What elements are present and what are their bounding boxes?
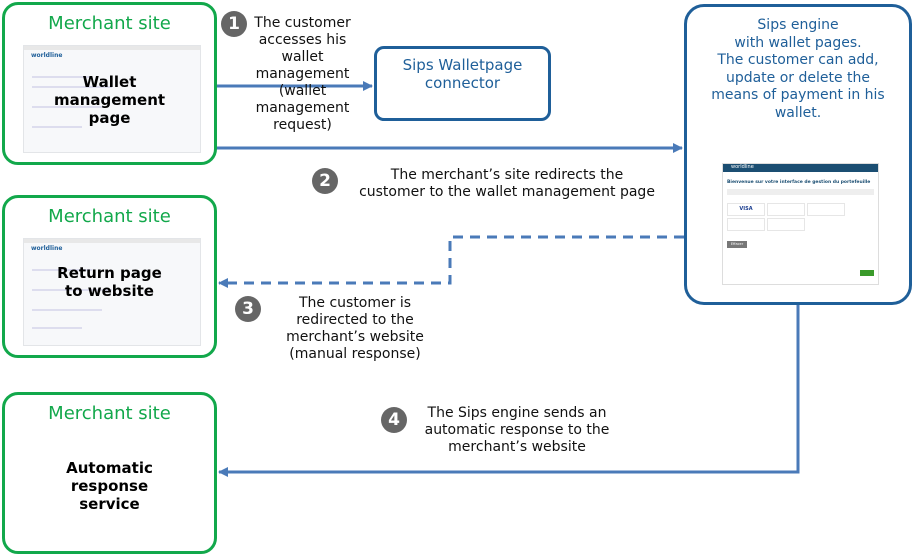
merchant-site-title: Merchant site <box>48 403 171 424</box>
step-3-text: The customer is redirected to the merchant… <box>286 295 424 362</box>
connector-label: Sips Walletpage connector <box>402 56 523 92</box>
worldline-logo: worldline <box>31 52 63 59</box>
sips-walletpage-connector: Sips Walletpage connector <box>374 46 551 121</box>
box-label: Wallet management page <box>53 73 166 127</box>
merchant-site-wallet-management: Merchant site worldline Wallet management… <box>2 2 217 165</box>
box-label: Automatic response service <box>66 459 153 513</box>
sips-engine: Sips engine with wallet pages. The custome… <box>684 4 912 305</box>
wallet-page-thumbnail: worldline Bienvenue sur votre interface … <box>722 163 879 285</box>
merchant-site-return-page: Merchant site worldline Return page to we… <box>2 195 217 358</box>
step-2-badge: 2 <box>312 168 338 194</box>
engine-label: Sips engine with wallet pages. The custome… <box>711 17 885 121</box>
merchant-site-title: Merchant site <box>48 13 171 34</box>
arrow-step3-dashed <box>218 235 684 288</box>
visa-option: VISA <box>727 203 765 216</box>
diagram: Merchant site worldline Wallet management… <box>0 0 914 556</box>
worldline-logo: worldline <box>723 164 878 172</box>
merchant-site-automatic-response: Merchant site Automatic response service <box>2 392 217 554</box>
step-2-text: The merchant’s site redirects the custome… <box>359 167 655 200</box>
step-1-text: The customer accesses his wallet management… <box>254 15 351 133</box>
wallet-heading: Bienvenue sur votre interface de gestion… <box>727 180 871 185</box>
worldline-logo: worldline <box>31 245 63 252</box>
merchant-site-title: Merchant site <box>48 206 171 227</box>
box-label: Return page to website <box>57 264 162 300</box>
step-3-badge: 3 <box>235 296 261 322</box>
step-4-text: The Sips engine sends an automatic respon… <box>424 405 610 455</box>
delete-button: Effacer <box>727 241 747 248</box>
step-4-badge: 4 <box>381 407 407 433</box>
